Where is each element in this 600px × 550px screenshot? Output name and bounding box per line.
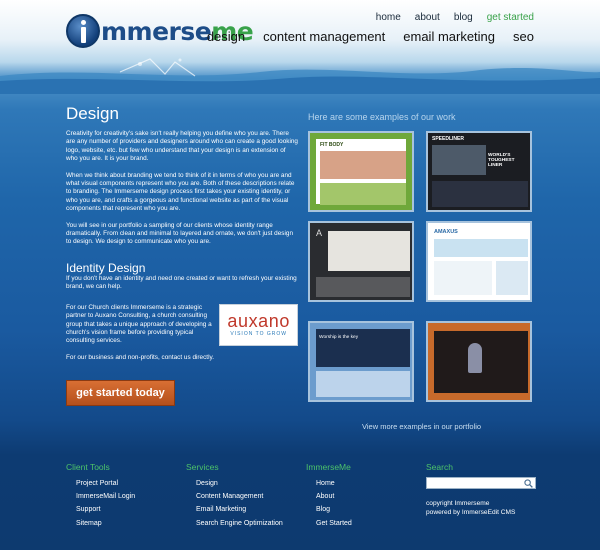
topnav-home[interactable]: home bbox=[376, 12, 401, 23]
footer-link-sitemap[interactable]: Sitemap bbox=[76, 517, 135, 530]
mainnav-email-marketing[interactable]: email marketing bbox=[403, 29, 495, 44]
thumb-caption: A bbox=[316, 228, 323, 238]
design-paragraph-2: When we think about branding we tend to … bbox=[66, 171, 295, 213]
footer-link-project-portal[interactable]: Project Portal bbox=[76, 477, 135, 490]
identity-paragraph-2: For our Church clients Immerseme is a st… bbox=[66, 303, 212, 345]
thumb-headline: WORLD'S TOUGHEST LINER bbox=[488, 153, 515, 168]
auxano-logo[interactable]: auxano VISION TO GROW bbox=[219, 303, 298, 346]
footer-link-design[interactable]: Design bbox=[196, 477, 283, 490]
content-column: Design Creativity for creativity's sake … bbox=[66, 104, 298, 370]
footer-link-seo[interactable]: Search Engine Optimization bbox=[196, 517, 283, 530]
example-thumb-worship[interactable]: Worship is the key bbox=[308, 321, 414, 402]
footer-link-blog[interactable]: Blog bbox=[316, 503, 352, 516]
footer-heading: Search bbox=[426, 462, 453, 472]
thumb-photo bbox=[434, 239, 528, 257]
header: mmerseme home about blog get started des… bbox=[0, 0, 600, 100]
identity-paragraph-1: If you don't have an identity and need o… bbox=[66, 274, 297, 291]
thumb-photo bbox=[432, 145, 486, 175]
footer-link-email-marketing[interactable]: Email Marketing bbox=[196, 503, 283, 516]
topnav-get-started[interactable]: get started bbox=[487, 12, 534, 23]
footer-link-home[interactable]: Home bbox=[316, 477, 352, 490]
footer-link-about[interactable]: About bbox=[316, 490, 352, 503]
top-nav: home about blog get started bbox=[376, 12, 534, 23]
footer-link-get-started[interactable]: Get Started bbox=[316, 517, 352, 530]
water-wave bbox=[0, 58, 600, 94]
design-paragraph-3: You will see in our portfolio a sampling… bbox=[66, 221, 294, 246]
footer-search: Search copyright Immerseme powered by Im… bbox=[426, 462, 546, 517]
footer-immerseme: ImmerseMe Home About Blog Get Started bbox=[306, 462, 352, 530]
footer-link-support[interactable]: Support bbox=[76, 503, 135, 516]
design-paragraph-1: Creativity for creativity's sake isn't r… bbox=[66, 130, 298, 163]
thumb-caption: FIT BODY bbox=[320, 142, 344, 148]
topnav-blog[interactable]: blog bbox=[454, 12, 473, 23]
example-thumb-architect[interactable]: A bbox=[308, 221, 414, 302]
footer-heading: Services bbox=[186, 462, 219, 472]
thumb-caption: SPEEDLINER bbox=[432, 136, 464, 142]
mainnav-seo[interactable]: seo bbox=[513, 29, 534, 44]
identity-paragraph-3: For our business and non-profits, contac… bbox=[66, 353, 215, 361]
logo-i-icon bbox=[66, 14, 100, 48]
footer-link-content-management[interactable]: Content Management bbox=[196, 490, 283, 503]
thumb-caption: Worship is the key bbox=[319, 335, 359, 340]
footer-heading: ImmerseMe bbox=[306, 462, 351, 472]
get-started-button[interactable]: get started today bbox=[66, 380, 175, 406]
portfolio-link[interactable]: View more examples in our portfolio bbox=[362, 422, 481, 431]
example-thumb-speedliner[interactable]: SPEEDLINER WORLD'S TOUGHEST LINER bbox=[426, 131, 532, 212]
footer-link-immersemail-login[interactable]: ImmerseMail Login bbox=[76, 490, 135, 503]
copyright-text: copyright Immerseme bbox=[426, 500, 490, 507]
identity-title: Identity Design bbox=[66, 260, 146, 275]
topnav-about[interactable]: about bbox=[415, 12, 440, 23]
mainnav-design[interactable]: design bbox=[207, 29, 245, 44]
example-thumb-fitbody[interactable]: FIT BODY bbox=[308, 131, 414, 212]
mainnav-content-management[interactable]: content management bbox=[263, 29, 385, 44]
main-nav: design content management email marketin… bbox=[207, 29, 534, 44]
design-title: Design bbox=[66, 104, 119, 123]
example-thumb-concert[interactable] bbox=[426, 321, 532, 402]
thumb-photo bbox=[328, 231, 410, 271]
footer-heading: Client Tools bbox=[66, 462, 110, 472]
search-input[interactable] bbox=[426, 477, 536, 489]
auxano-tagline: VISION TO GROW bbox=[230, 331, 287, 338]
search-icon[interactable] bbox=[524, 479, 533, 488]
thumb-caption: AMAXUS bbox=[434, 229, 458, 235]
logo-text: mmerse bbox=[101, 16, 212, 46]
examples-column: Here are some examples of our work FIT B… bbox=[308, 112, 540, 402]
auxano-row: For our Church clients Immerseme is a st… bbox=[66, 303, 298, 346]
example-thumb-amaxus[interactable]: AMAXUS bbox=[426, 221, 532, 302]
footer-services: Services Design Content Management Email… bbox=[186, 462, 283, 530]
powered-by-text[interactable]: powered by ImmerseEdit CMS bbox=[426, 509, 546, 518]
examples-title: Here are some examples of our work bbox=[308, 112, 456, 122]
footer-client-tools: Client Tools Project Portal ImmerseMail … bbox=[66, 462, 135, 530]
auxano-word: auxano bbox=[227, 311, 291, 332]
thumb-photo bbox=[320, 151, 406, 179]
